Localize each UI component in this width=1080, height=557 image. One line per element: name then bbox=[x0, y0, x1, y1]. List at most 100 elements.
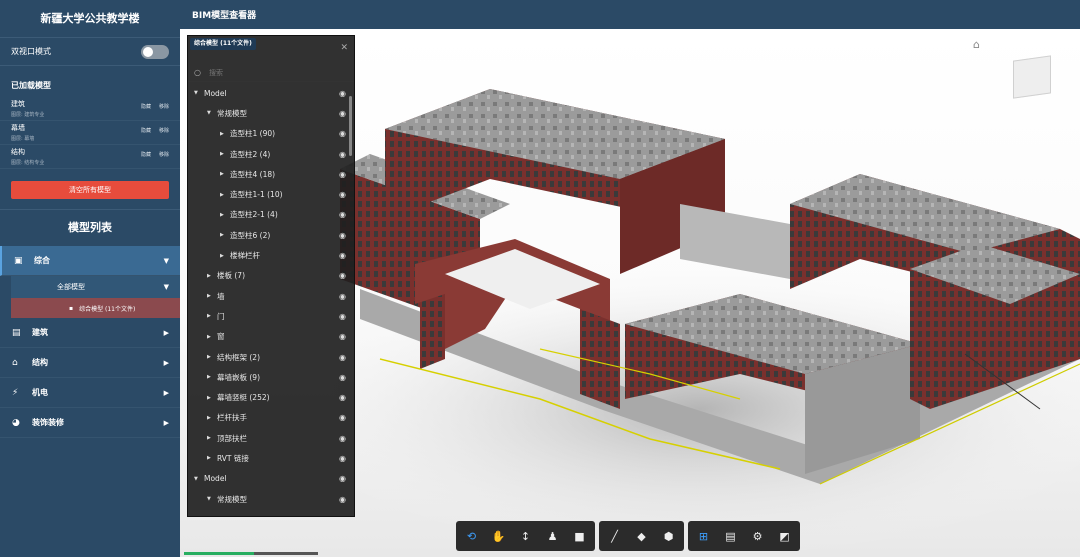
eye-icon[interactable]: ◉ bbox=[339, 109, 346, 118]
tree-row[interactable]: ▶ 墙 ◉ bbox=[188, 286, 352, 306]
close-icon[interactable]: ✕ bbox=[340, 43, 348, 53]
tree-row[interactable]: ▶ 窗 ◉ bbox=[188, 327, 352, 347]
caret-right-icon[interactable]: ▶ bbox=[220, 131, 230, 137]
eye-icon[interactable]: ◉ bbox=[339, 150, 346, 159]
caret-right-icon[interactable]: ▶ bbox=[220, 212, 230, 218]
walk-icon[interactable]: ♟ bbox=[540, 524, 565, 548]
caret-right-icon[interactable]: ▶ bbox=[207, 374, 217, 380]
tree-row[interactable]: ▼ 常规模型 ◉ bbox=[188, 489, 352, 509]
eye-icon[interactable]: ◉ bbox=[339, 129, 346, 138]
measure-icon[interactable]: ╱ bbox=[602, 524, 627, 548]
tree-tab[interactable]: 综合模型 (11个文件) bbox=[190, 38, 256, 50]
pan-icon[interactable]: ✋ bbox=[486, 524, 511, 548]
properties-icon[interactable]: ▤ bbox=[718, 524, 743, 548]
category-4[interactable]: ◕ 装饰装修 ▶ bbox=[0, 408, 180, 438]
eye-icon[interactable]: ◉ bbox=[339, 271, 346, 280]
caret-right-icon[interactable]: ▶ bbox=[220, 171, 230, 177]
caret-right-icon[interactable]: ▶ bbox=[207, 435, 217, 441]
sub-all-models[interactable]: 全部模型 ▼ bbox=[0, 276, 180, 298]
caret-right-icon[interactable]: ▶ bbox=[207, 415, 217, 421]
tree-search-bar: ○ bbox=[188, 64, 354, 82]
hide-button[interactable]: 隐藏 bbox=[141, 151, 151, 158]
eye-icon[interactable]: ◉ bbox=[339, 434, 346, 443]
eye-icon[interactable]: ◉ bbox=[339, 454, 346, 463]
remove-button[interactable]: 移除 bbox=[159, 151, 169, 158]
tree-row[interactable]: ▶ 幕墙嵌板 (9) ◉ bbox=[188, 367, 352, 387]
fullscreen-icon[interactable]: ◩ bbox=[772, 524, 797, 548]
tree-row[interactable]: ▶ 楼梯栏杆 ◉ bbox=[188, 245, 352, 265]
tree-row[interactable]: ▶ 造型柱1-1 (10) ◉ bbox=[188, 184, 352, 204]
category-0[interactable]: ▣ 综合 ▼ bbox=[0, 246, 180, 276]
hide-button[interactable]: 隐藏 bbox=[141, 103, 151, 110]
eye-icon[interactable]: ◉ bbox=[339, 312, 346, 321]
clear-all-models-button[interactable]: 清空所有模型 bbox=[11, 181, 169, 199]
tree-row[interactable]: ▶ 结构框架 (2) ◉ bbox=[188, 347, 352, 367]
orbit-icon[interactable]: ⟲ bbox=[459, 524, 484, 548]
eye-icon[interactable]: ◉ bbox=[339, 210, 346, 219]
caret-right-icon[interactable]: ▶ bbox=[207, 455, 217, 461]
eye-icon[interactable]: ◉ bbox=[339, 170, 346, 179]
tree-row[interactable]: ▶ 造型柱6 (2) ◉ bbox=[188, 225, 352, 245]
eye-icon[interactable]: ◉ bbox=[339, 292, 346, 301]
model-browser-icon[interactable]: ⊞ bbox=[691, 524, 716, 548]
sub-model-item[interactable]: ▪ 综合模型 (11个文件) bbox=[0, 298, 180, 318]
explode-icon[interactable]: ⬢ bbox=[656, 524, 681, 548]
caret-right-icon[interactable]: ▶ bbox=[207, 354, 217, 360]
eye-icon[interactable]: ◉ bbox=[339, 190, 346, 199]
view-cube[interactable] bbox=[1013, 55, 1051, 99]
category-3[interactable]: ⚡ 机电 ▶ bbox=[0, 378, 180, 408]
eye-icon[interactable]: ◉ bbox=[339, 231, 346, 240]
hide-button[interactable]: 隐藏 bbox=[141, 127, 151, 134]
eye-icon[interactable]: ◉ bbox=[339, 251, 346, 260]
tree-row[interactable]: ▶ 造型柱2-1 (4) ◉ bbox=[188, 205, 352, 225]
eye-icon[interactable]: ◉ bbox=[339, 373, 346, 382]
caret-down-icon[interactable]: ▼ bbox=[207, 496, 217, 502]
remove-button[interactable]: 移除 bbox=[159, 103, 169, 110]
eye-icon[interactable]: ◉ bbox=[339, 474, 346, 483]
zoom-icon[interactable]: ↕ bbox=[513, 524, 538, 548]
tree-row[interactable]: ▶ 造型柱1 (90) ◉ bbox=[188, 124, 352, 144]
eye-icon[interactable]: ◉ bbox=[339, 495, 346, 504]
home-icon[interactable]: ⌂ bbox=[973, 38, 980, 51]
caret-right-icon[interactable]: ▶ bbox=[207, 395, 217, 401]
tree-row[interactable]: ▼ 常规模型 ◉ bbox=[188, 103, 352, 123]
tree-row-label: 幕墙嵌板 (9) bbox=[217, 372, 261, 382]
eye-icon[interactable]: ◉ bbox=[339, 89, 346, 98]
caret-down-icon[interactable]: ▼ bbox=[194, 90, 204, 96]
category-2[interactable]: ⌂ 结构 ▶ bbox=[0, 348, 180, 378]
caret-right-icon[interactable]: ▶ bbox=[220, 192, 230, 198]
tree-search-input[interactable] bbox=[208, 68, 329, 77]
tree-row-label: 墙 bbox=[217, 291, 225, 301]
tree-row[interactable]: ▶ 幕墙竖梃 (252) ◉ bbox=[188, 387, 352, 407]
caret-down-icon[interactable]: ▼ bbox=[207, 110, 217, 116]
caret-right-icon[interactable]: ▶ bbox=[220, 151, 230, 157]
caret-right-icon[interactable]: ▶ bbox=[207, 273, 217, 279]
tree-row-label: 楼梯栏杆 bbox=[230, 251, 260, 261]
caret-right-icon[interactable]: ▶ bbox=[207, 313, 217, 319]
dual-view-toggle[interactable] bbox=[141, 44, 169, 59]
tree-row[interactable]: ▶ 顶部扶栏 ◉ bbox=[188, 428, 352, 448]
settings-icon[interactable]: ⚙ bbox=[745, 524, 770, 548]
caret-right-icon[interactable]: ▶ bbox=[207, 293, 217, 299]
eye-icon[interactable]: ◉ bbox=[339, 413, 346, 422]
tree-row[interactable]: ▶ 栏杆扶手 ◉ bbox=[188, 408, 352, 428]
caret-right-icon[interactable]: ▶ bbox=[220, 253, 230, 259]
tree-row[interactable]: ▶ RVT 链接 ◉ bbox=[188, 448, 352, 468]
caret-right-icon[interactable]: ▶ bbox=[207, 334, 217, 340]
tree-row[interactable]: ▶ 造型柱2 (4) ◉ bbox=[188, 144, 352, 164]
caret-right-icon[interactable]: ▶ bbox=[220, 232, 230, 238]
tree-row[interactable]: ▶ 楼板 (7) ◉ bbox=[188, 266, 352, 286]
eye-icon[interactable]: ◉ bbox=[339, 332, 346, 341]
section-icon[interactable]: ◆ bbox=[629, 524, 654, 548]
tree-row[interactable]: ▶ 门 ◉ bbox=[188, 306, 352, 326]
caret-down-icon[interactable]: ▼ bbox=[194, 476, 204, 482]
tree-row[interactable]: ▼ Model ◉ bbox=[188, 83, 352, 103]
dual-view-label: 双视口模式 bbox=[11, 47, 51, 56]
remove-button[interactable]: 移除 bbox=[159, 127, 169, 134]
camera-icon[interactable]: ■ bbox=[567, 524, 592, 548]
category-1[interactable]: ▤ 建筑 ▶ bbox=[0, 318, 180, 348]
eye-icon[interactable]: ◉ bbox=[339, 393, 346, 402]
eye-icon[interactable]: ◉ bbox=[339, 353, 346, 362]
tree-row[interactable]: ▼ Model ◉ bbox=[188, 469, 352, 489]
tree-row[interactable]: ▶ 造型柱4 (18) ◉ bbox=[188, 164, 352, 184]
